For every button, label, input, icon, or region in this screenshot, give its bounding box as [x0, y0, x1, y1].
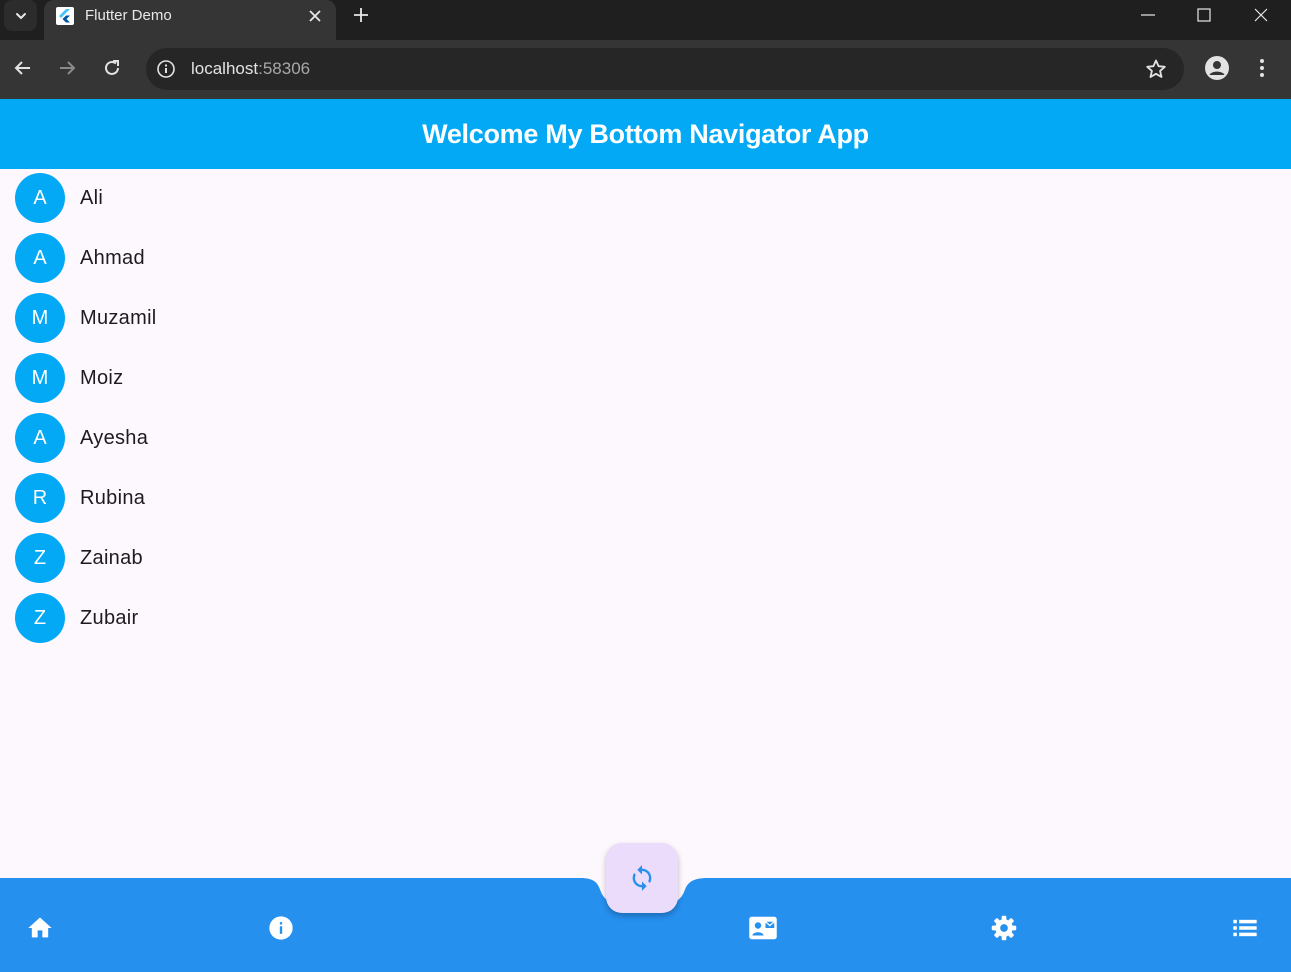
avatar: A — [15, 233, 65, 283]
maximize-icon[interactable] — [1194, 5, 1214, 25]
avatar: M — [15, 293, 65, 343]
flutter-logo-icon — [56, 7, 74, 25]
avatar: R — [15, 473, 65, 523]
list-item[interactable]: A Ahmad — [0, 229, 1291, 289]
list-icon[interactable] — [1231, 914, 1259, 942]
contact-name: Zubair — [80, 607, 139, 629]
list-item[interactable]: Z Zubair — [0, 589, 1291, 649]
url-host: localhost — [191, 59, 259, 78]
minimize-icon[interactable] — [1138, 5, 1158, 25]
page-title: Welcome My Bottom Navigator App — [422, 118, 869, 149]
contact-name: Moiz — [80, 367, 124, 389]
avatar: M — [15, 353, 65, 403]
list-item[interactable]: M Moiz — [0, 349, 1291, 409]
sync-fab-button[interactable] — [606, 843, 678, 913]
contact-mail-icon[interactable] — [748, 913, 778, 943]
back-arrow-icon[interactable] — [12, 57, 34, 79]
reload-icon[interactable] — [101, 57, 123, 79]
close-window-icon[interactable] — [1251, 5, 1271, 25]
settings-icon[interactable] — [990, 914, 1018, 942]
list-item[interactable]: A Ayesha — [0, 409, 1291, 469]
profile-icon[interactable] — [1205, 56, 1229, 80]
forward-arrow-icon[interactable] — [56, 57, 78, 79]
list-item[interactable]: R Rubina — [0, 469, 1291, 529]
close-icon[interactable] — [306, 7, 324, 25]
contact-name: Ali — [80, 187, 104, 209]
list-item[interactable]: M Muzamil — [0, 289, 1291, 349]
url-port: :58306 — [258, 59, 311, 78]
bookmark-star-icon[interactable] — [1145, 58, 1167, 80]
contact-list: A Ali A Ahmad M Muzamil M Moiz A Ayesha … — [0, 169, 1291, 649]
contact-name: Ahmad — [80, 247, 145, 269]
address-bar[interactable]: localhost:58306 — [146, 48, 1184, 90]
chevron-down-icon — [15, 12, 26, 19]
new-tab-icon[interactable] — [350, 4, 372, 26]
browser-tab[interactable]: Flutter Demo — [44, 0, 336, 40]
avatar: A — [15, 413, 65, 463]
contact-name: Ayesha — [80, 427, 149, 449]
browser-tabstrip: Flutter Demo — [0, 0, 1291, 40]
contact-name: Zainab — [80, 547, 143, 569]
browser-toolbar: localhost:58306 — [0, 40, 1291, 99]
contact-name: Muzamil — [80, 307, 157, 329]
avatar: Z — [15, 533, 65, 583]
app-bar: Welcome My Bottom Navigator App — [0, 99, 1291, 169]
contact-name: Rubina — [80, 487, 146, 509]
sync-icon — [632, 865, 652, 891]
list-item[interactable]: Z Zainab — [0, 529, 1291, 589]
home-icon[interactable] — [26, 914, 54, 942]
tab-search-button[interactable] — [4, 0, 37, 31]
url-text: localhost:58306 — [191, 59, 310, 79]
avatar: A — [15, 173, 65, 223]
list-item[interactable]: A Ali — [0, 169, 1291, 229]
site-info-icon[interactable] — [156, 59, 176, 79]
tab-title: Flutter Demo — [85, 7, 172, 24]
avatar: Z — [15, 593, 65, 643]
info-icon[interactable] — [267, 914, 295, 942]
more-menu-icon[interactable] — [1252, 57, 1272, 79]
